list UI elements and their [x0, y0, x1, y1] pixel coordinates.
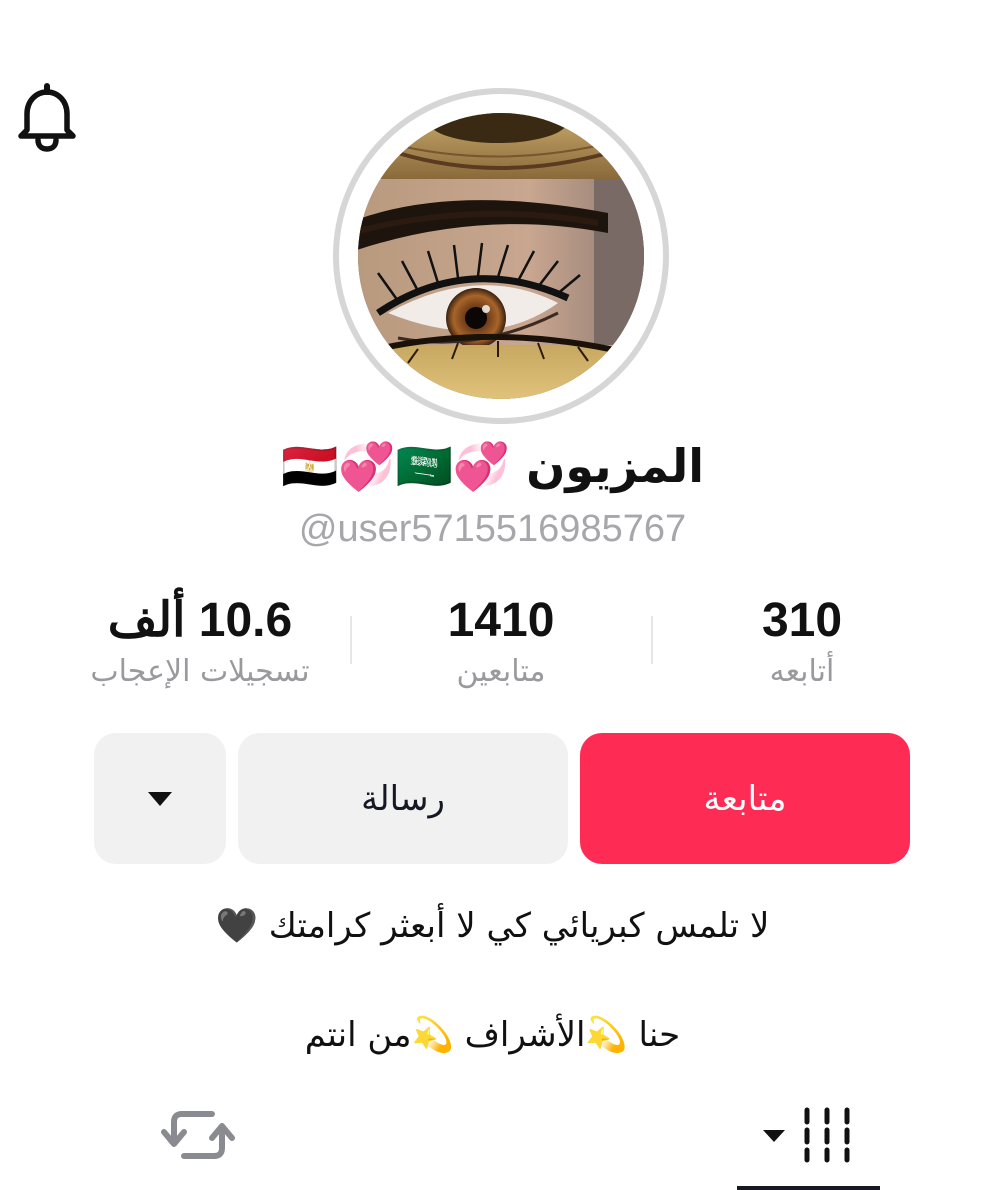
- follow-button-label: متابعة: [703, 778, 787, 819]
- message-button-label: رسالة: [361, 778, 445, 819]
- stat-likes[interactable]: 10.6 ألف تسجيلات الإعجاب: [50, 592, 350, 694]
- followers-count: 1410: [447, 594, 555, 647]
- display-name: المزيون 💞🇪🇬💞🇸🇦: [281, 439, 704, 493]
- likes-label: تسجيلات الإعجاب: [90, 654, 310, 689]
- repost-icon[interactable]: [160, 1102, 236, 1168]
- grid-bars-icon: [763, 1107, 850, 1163]
- stat-divider: [651, 616, 653, 664]
- caret-down-icon: [148, 791, 172, 806]
- avatar[interactable]: [358, 113, 644, 399]
- tab-videos[interactable]: [737, 1100, 880, 1190]
- follow-button[interactable]: متابعة: [580, 733, 910, 864]
- stat-divider: [350, 616, 352, 664]
- active-tab-indicator: [737, 1186, 880, 1190]
- message-button[interactable]: رسالة: [238, 733, 568, 864]
- bio-line-1: لا تلمس كبريائي كي لا أبعثر كرامتك 🖤: [215, 906, 770, 946]
- following-label: أتابعه: [769, 654, 835, 689]
- more-options-button[interactable]: [94, 733, 226, 864]
- bio-line-2: حنا 💫الأشراف 💫من انتم: [304, 1015, 681, 1055]
- likes-count: 10.6 ألف: [107, 594, 293, 647]
- stat-following[interactable]: 310 أتابعه: [652, 592, 952, 694]
- bell-icon[interactable]: [14, 82, 80, 154]
- followers-label: متابعين: [456, 654, 546, 689]
- stat-followers[interactable]: 1410 متابعين: [351, 592, 651, 694]
- following-count: 310: [761, 594, 843, 647]
- username: @user5715516985767: [298, 508, 687, 550]
